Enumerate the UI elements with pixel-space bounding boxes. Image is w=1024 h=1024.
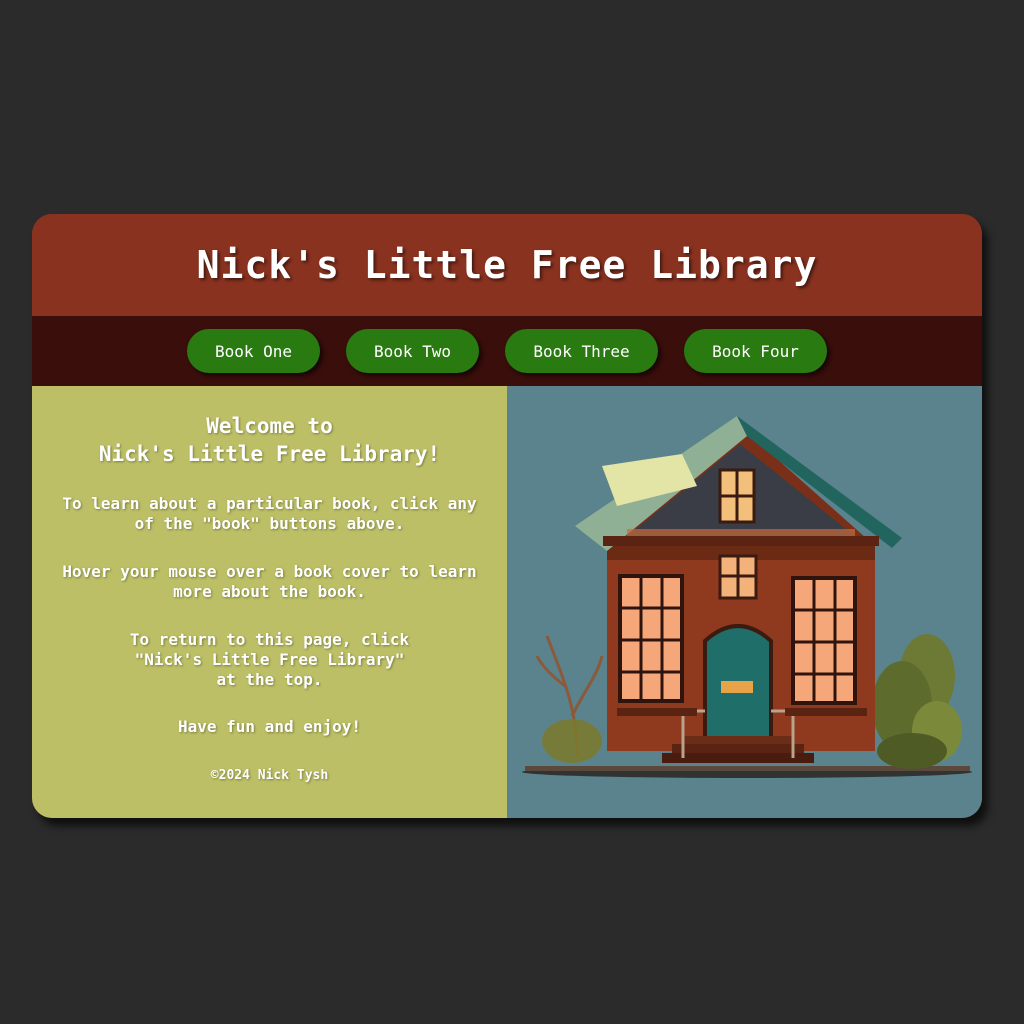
hover-paragraph: Hover your mouse over a book cover to le…	[42, 562, 497, 602]
hover-line-2: more about the book.	[173, 582, 366, 601]
welcome-heading: Welcome to Nick's Little Free Library!	[32, 412, 507, 468]
instructions-line-1: To learn about a particular book, click …	[62, 494, 477, 513]
header: Nick's Little Free Library	[32, 214, 982, 316]
intro-panel: Welcome to Nick's Little Free Library! T…	[32, 386, 507, 818]
site-title-link[interactable]: Nick's Little Free Library	[197, 243, 818, 287]
hover-line-1: Hover your mouse over a book cover to le…	[62, 562, 477, 581]
illustration-panel	[507, 386, 982, 818]
book-two-button[interactable]: Book Two	[346, 329, 479, 373]
instructions-paragraph: To learn about a particular book, click …	[42, 494, 497, 534]
return-line-1: To return to this page, click	[129, 630, 410, 649]
welcome-line-2: Nick's Little Free Library!	[98, 442, 441, 466]
book-four-button[interactable]: Book Four	[684, 329, 827, 373]
enjoy-text: Have fun and enjoy!	[177, 717, 362, 736]
instructions-line-2: of the "book" buttons above.	[134, 514, 405, 533]
return-line-3: at the top.	[216, 670, 323, 689]
return-paragraph: To return to this page, click "Nick's Li…	[42, 630, 497, 690]
main-card: Nick's Little Free Library Book One Book…	[32, 214, 982, 818]
book-three-button[interactable]: Book Three	[505, 329, 658, 373]
little-free-library-house-icon	[522, 416, 972, 778]
book-nav: Book One Book Two Book Three Book Four	[32, 316, 982, 386]
welcome-line-1: Welcome to	[206, 414, 333, 438]
copyright-text: ©2024 Nick Tysh	[210, 768, 329, 783]
book-one-button[interactable]: Book One	[187, 329, 320, 373]
return-line-2: "Nick's Little Free Library"	[134, 650, 405, 669]
